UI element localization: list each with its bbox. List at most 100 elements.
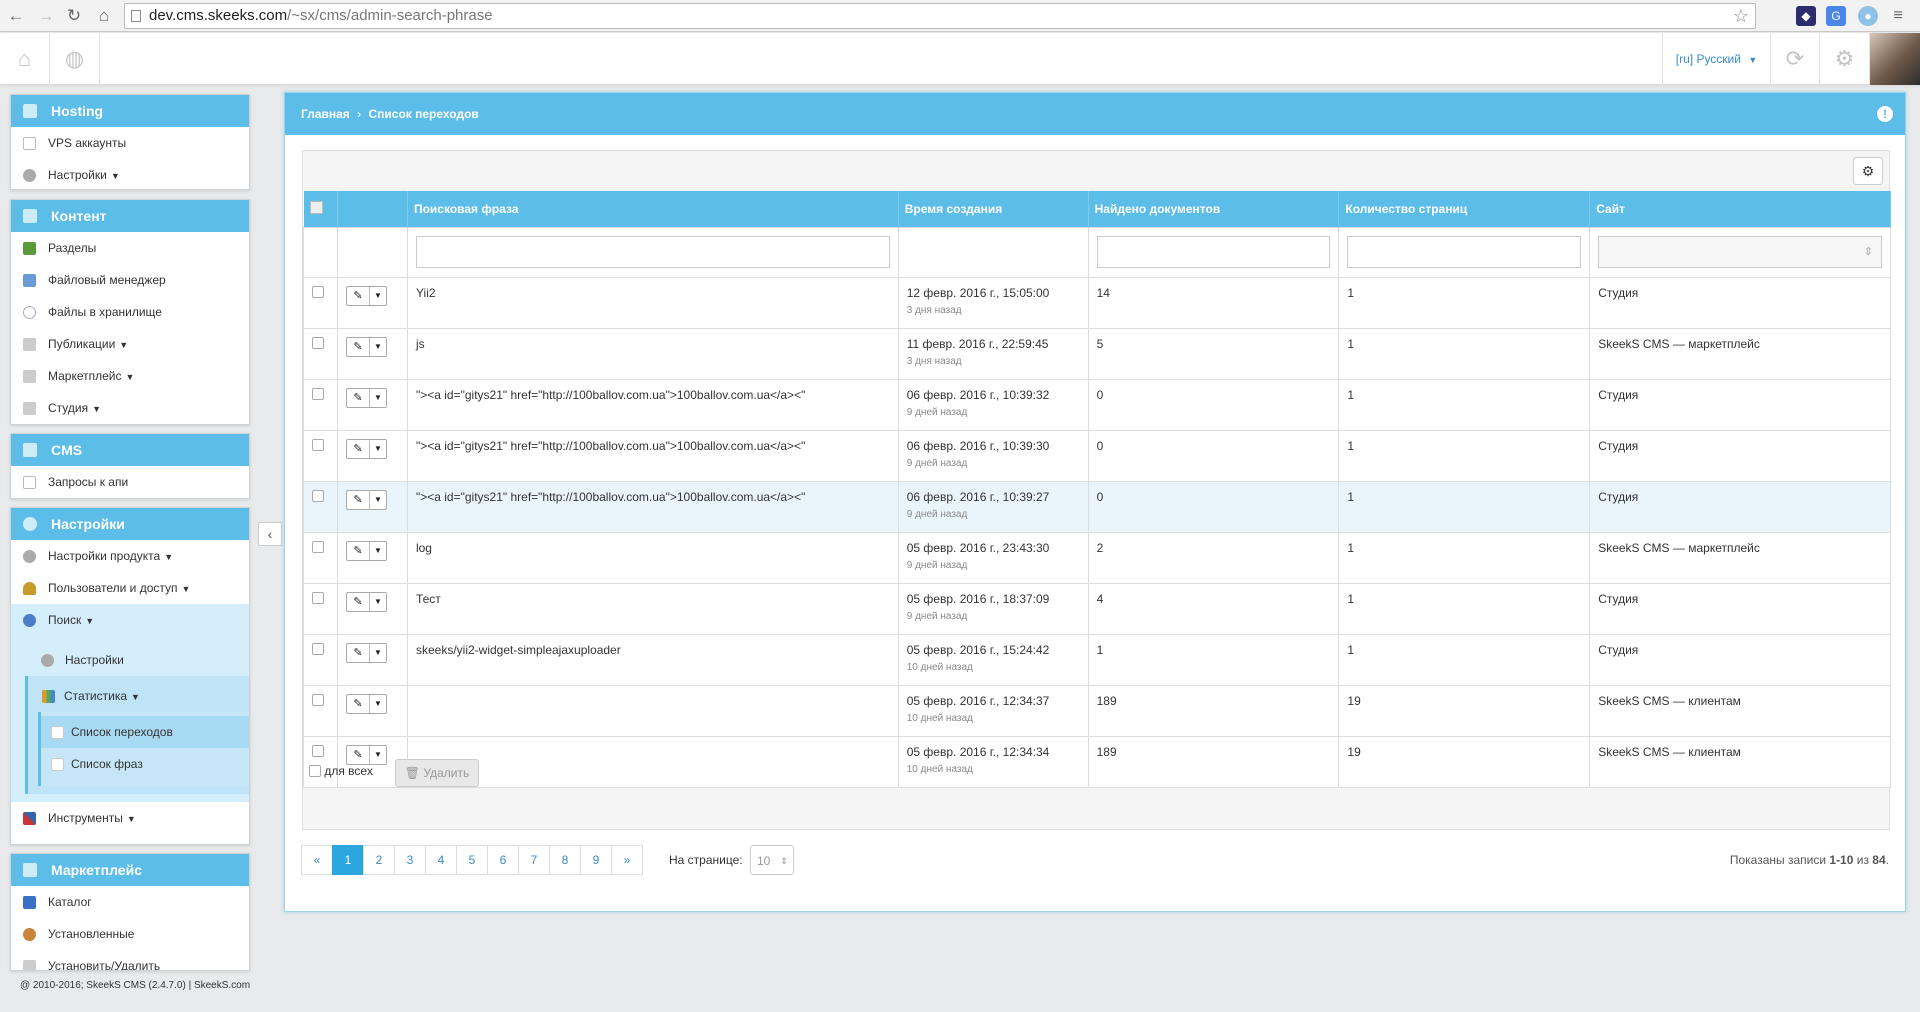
delete-button[interactable]: 🗑 Удалить — [395, 759, 479, 787]
for-all-checkbox[interactable] — [309, 765, 321, 777]
row-actions-button[interactable]: ✎ ▼ — [345, 489, 387, 510]
sidebar-item-users[interactable]: Пользователи и доступ ▼ — [11, 572, 249, 604]
page-1[interactable]: 1 — [332, 845, 364, 875]
page-prev[interactable]: « — [301, 845, 333, 875]
sidebar-item-label: Файлы в хранилище — [48, 305, 162, 319]
sidebar-item-publications[interactable]: Публикации ▼ — [11, 328, 249, 360]
grid-settings-button[interactable]: ⚙ — [1853, 157, 1883, 185]
row-actions-button[interactable]: ✎ ▼ — [345, 336, 387, 357]
filter-cell — [1338, 226, 1591, 278]
row-checkbox[interactable] — [312, 489, 324, 502]
sidebar-item-tools[interactable]: Инструменты ▼ — [11, 802, 249, 834]
table-row[interactable]: ✎ ▼ js 11 февр. 2016 г., 22:59:45 3 дня наза… — [303, 327, 1891, 380]
translate-icon[interactable]: G — [1826, 6, 1846, 26]
sidebar-item-file-manager[interactable]: Файловый менеджер — [11, 264, 249, 296]
select-all-checkbox[interactable] — [309, 200, 323, 214]
column-header-pages[interactable]: Количество страниц — [1338, 191, 1591, 227]
collapse-sidebar-button[interactable]: ‹ — [258, 522, 282, 546]
language-dropdown[interactable]: [ru] Русский ▼ — [1662, 33, 1770, 85]
cell-found: 2 — [1087, 531, 1340, 584]
table-row[interactable]: ✎ ▼ Тест 05 февр. 2016 г., 18:37:09 9 дней н… — [303, 582, 1891, 635]
sidebar-item-installed[interactable]: Установленные — [11, 918, 249, 950]
filter-phrase-input[interactable] — [415, 235, 890, 268]
home-icon[interactable]: ⌂ — [92, 4, 116, 28]
column-header-found[interactable]: Найдено документов — [1088, 191, 1340, 227]
row-checkbox[interactable] — [312, 642, 324, 655]
home-icon[interactable]: ⌂ — [0, 33, 50, 85]
avatar[interactable] — [1870, 33, 1920, 85]
sidebar-header-marketplace[interactable]: Маркетплейс — [11, 854, 249, 886]
sidebar-item-statistics[interactable]: Статистика ▼ — [28, 680, 249, 712]
page-8[interactable]: 8 — [549, 845, 581, 875]
sidebar-header-settings[interactable]: Настройки — [11, 508, 249, 540]
column-header-phrase[interactable]: Поисковая фраза — [407, 191, 899, 227]
sidebar-item-storage[interactable]: Файлы в хранилище — [11, 296, 249, 328]
globe-icon[interactable]: ◍ — [50, 33, 100, 85]
sidebar-header-hosting[interactable]: Hosting — [11, 95, 249, 127]
per-page-select[interactable]: 10 ⇕ — [749, 845, 794, 875]
row-actions-button[interactable]: ✎ ▼ — [345, 540, 387, 561]
forward-icon[interactable]: → — [34, 4, 58, 28]
language-label: [ru] Русский — [1675, 52, 1741, 66]
page-7[interactable]: 7 — [518, 845, 550, 875]
extension-icon[interactable]: ◆ — [1796, 6, 1816, 26]
row-actions-button[interactable]: ✎ ▼ — [345, 285, 387, 306]
sidebar-item-vps[interactable]: VPS аккаунты — [11, 127, 249, 159]
extension-circle-icon[interactable]: ● — [1858, 6, 1878, 26]
row-checkbox[interactable] — [312, 438, 324, 451]
row-checkbox[interactable] — [312, 336, 324, 349]
sidebar-item-marketplace[interactable]: Маркетплейс ▼ — [11, 360, 249, 392]
row-checkbox[interactable] — [312, 591, 324, 604]
sidebar-item-search-settings[interactable]: Настройки — [11, 644, 249, 676]
row-actions-button[interactable]: ✎ ▼ — [345, 693, 387, 714]
page-6[interactable]: 6 — [487, 845, 519, 875]
sidebar-item-phrases[interactable]: Список фраз — [41, 748, 249, 780]
row-checkbox[interactable] — [312, 285, 324, 298]
address-bar[interactable]: dev.cms.skeeks.com/~sx/cms/admin-search-… — [124, 3, 1756, 29]
filter-found-input[interactable] — [1096, 235, 1331, 268]
filter-pages-input[interactable] — [1347, 235, 1582, 268]
gear-icon[interactable]: ⚙ — [1820, 33, 1870, 85]
menu-icon[interactable]: ≡ — [1888, 6, 1908, 26]
row-actions-button[interactable]: ✎ ▼ — [345, 642, 387, 663]
bookmark-star-icon[interactable]: ☆ — [1733, 4, 1749, 28]
row-actions-button[interactable]: ✎ ▼ — [345, 438, 387, 459]
row-checkbox[interactable] — [312, 540, 324, 553]
sidebar-item-api-requests[interactable]: Запросы к апи — [11, 466, 249, 498]
sidebar-header-content[interactable]: Контент — [11, 200, 249, 232]
refresh-icon[interactable]: ⟳ — [1770, 33, 1820, 85]
table-row[interactable]: ✎ ▼ "><a id="gitys21" href="http://100ball… — [303, 429, 1891, 482]
page-2[interactable]: 2 — [363, 845, 395, 875]
sidebar-item-transitions[interactable]: Список переходов — [41, 716, 249, 748]
table-row[interactable]: ✎ ▼ "><a id="gitys21" href="http://100ball… — [303, 378, 1891, 431]
table-row[interactable]: ✎ ▼ 05 февр. 2016 г., 12:34:37 10 дней наза… — [303, 684, 1891, 737]
sidebar-item-catalog[interactable]: Каталог — [11, 886, 249, 918]
info-icon[interactable]: ! — [1877, 106, 1893, 122]
sidebar-item-studio[interactable]: Студия ▼ — [11, 392, 249, 424]
sidebar-item-hosting-settings[interactable]: Настройки ▼ — [11, 159, 249, 191]
back-icon[interactable]: ← — [4, 4, 28, 28]
row-actions-button[interactable]: ✎ ▼ — [345, 591, 387, 612]
table-row[interactable]: ✎ ▼ skeeks/yii2-widget-simpleajaxuploader 0… — [303, 633, 1891, 686]
page-5[interactable]: 5 — [456, 845, 488, 875]
page-3[interactable]: 3 — [394, 845, 426, 875]
filter-site-select[interactable] — [1598, 235, 1882, 268]
row-actions-button[interactable]: ✎ ▼ — [345, 387, 387, 408]
row-checkbox[interactable] — [312, 693, 324, 706]
table-row[interactable]: ✎ ▼ Yii2 12 февр. 2016 г., 15:05:00 3 дня на… — [303, 276, 1891, 329]
page-9[interactable]: 9 — [580, 845, 612, 875]
page-next[interactable]: » — [611, 845, 643, 875]
table-row[interactable]: ✎ ▼ log 05 февр. 2016 г., 23:43:30 9 дней на… — [303, 531, 1891, 584]
reload-icon[interactable]: ↻ — [62, 4, 86, 28]
breadcrumb-home[interactable]: Главная — [301, 107, 350, 121]
sidebar-header-cms[interactable]: CMS — [11, 434, 249, 466]
column-header-site[interactable]: Сайт — [1589, 191, 1891, 227]
sidebar-item-sections[interactable]: Разделы — [11, 232, 249, 264]
sidebar-item-product-settings[interactable]: Настройки продукта ▼ — [11, 540, 249, 572]
sidebar-item-install[interactable]: Установить/Удалить — [11, 950, 249, 970]
table-row[interactable]: ✎ ▼ "><a id="gitys21" href="http://100ball… — [303, 480, 1891, 533]
page-4[interactable]: 4 — [425, 845, 457, 875]
sidebar-item-search[interactable]: Поиск ▼ — [11, 604, 249, 636]
row-checkbox[interactable] — [312, 387, 324, 400]
column-header-time[interactable]: Время создания — [898, 191, 1089, 227]
